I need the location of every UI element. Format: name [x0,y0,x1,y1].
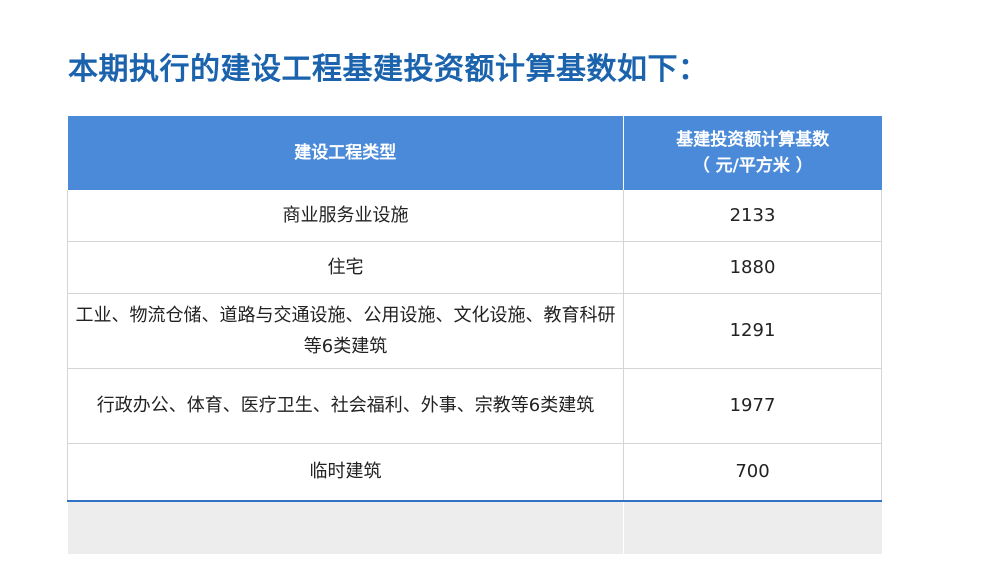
header-project-type-label: 建设工程类型 [294,142,397,163]
footer-cell-empty [623,501,882,554]
header-base-amount-unit: （ 元/平方米 ） [692,156,813,176]
cell-base-amount: 700 [623,443,882,502]
table-header-row: 建设工程类型 基建投资额计算基数 （ 元/平方米 ） [67,116,882,190]
cell-project-type: 住宅 [67,241,624,294]
header-project-type: 建设工程类型 [67,116,624,190]
header-base-amount-label: 基建投资额计算基数 [676,129,830,150]
table-row: 临时建筑 700 [67,443,882,502]
base-amount-table: 建设工程类型 基建投资额计算基数 （ 元/平方米 ） 商业服务业设施 2133 … [67,116,882,554]
table-row: 商业服务业设施 2133 [67,190,882,242]
cell-base-amount: 2133 [623,190,882,242]
page-title: 本期执行的建设工程基建投资额计算基数如下： [68,52,709,87]
table-row: 工业、物流仓储、道路与交通设施、公用设施、文化设施、教育科研等6类建筑 1291 [67,293,882,369]
cell-base-amount: 1291 [623,293,882,369]
cell-base-amount: 1977 [623,368,882,444]
cell-project-type: 商业服务业设施 [67,190,624,242]
footer-cell-empty [67,501,624,554]
cell-project-type: 临时建筑 [67,443,624,502]
table-row: 行政办公、体育、医疗卫生、社会福利、外事、宗教等6类建筑 1977 [67,368,882,444]
cell-project-type: 工业、物流仓储、道路与交通设施、公用设施、文化设施、教育科研等6类建筑 [67,293,624,369]
cell-base-amount: 1880 [623,241,882,294]
slide-page: 本期执行的建设工程基建投资额计算基数如下： 建设工程类型 基建投资额计算基数 （… [0,0,1000,562]
cell-project-type: 行政办公、体育、医疗卫生、社会福利、外事、宗教等6类建筑 [67,368,624,444]
table-row: 住宅 1880 [67,241,882,294]
header-base-amount: 基建投资额计算基数 （ 元/平方米 ） [623,116,882,190]
table-footer-row [67,501,882,554]
